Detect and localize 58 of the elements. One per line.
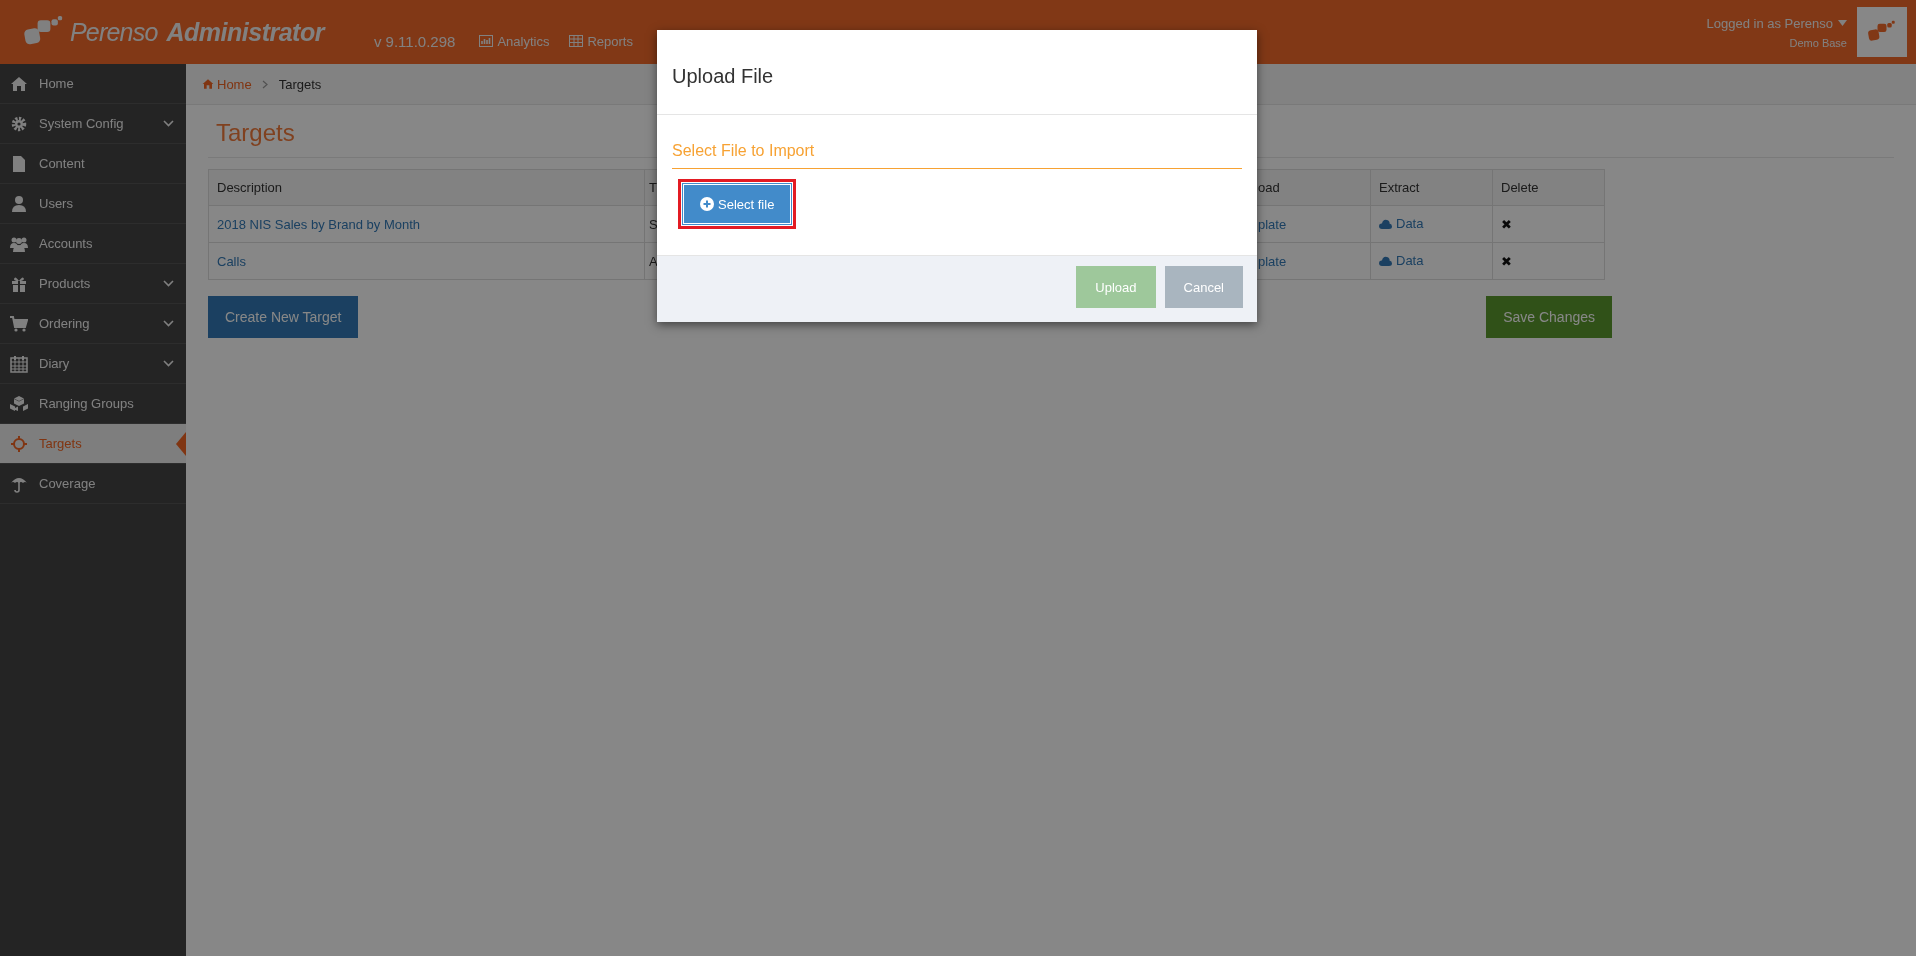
sidebar-item[interactable]: Diary <box>0 344 186 384</box>
cloud-icon <box>1379 255 1392 266</box>
cancel-button[interactable]: Cancel <box>1164 266 1243 308</box>
column-header: oad <box>1254 169 1371 206</box>
home-icon <box>202 78 214 90</box>
data-link[interactable]: Data <box>1379 253 1424 269</box>
cloud-icon <box>1379 218 1392 229</box>
column-header: Delete <box>1492 169 1605 206</box>
select-file-button[interactable]: Select file <box>683 184 792 224</box>
nav-link[interactable]: Analytics <box>479 33 550 49</box>
target-link[interactable]: Calls <box>217 253 246 269</box>
column-header: Description <box>208 169 645 206</box>
chevron-icon <box>261 79 269 89</box>
sidebar-item[interactable]: System Config <box>0 104 186 144</box>
logo-text: Perenso <box>70 17 158 47</box>
sidebar-item[interactable]: Coverage <box>0 464 186 504</box>
gift-icon <box>10 274 28 293</box>
sidebar-item[interactable]: Products <box>0 264 186 304</box>
file-icon <box>10 154 28 173</box>
user-icon <box>10 194 28 213</box>
table-cell: A <box>649 253 658 269</box>
section-label: Select File to Import <box>672 142 1242 169</box>
sidebar-item[interactable]: Targets <box>0 424 186 464</box>
sidebar-item[interactable]: Ordering <box>0 304 186 344</box>
sidebar-item[interactable]: Accounts <box>0 224 186 264</box>
version-label: v 9.11.0.298 <box>373 32 456 50</box>
nav-link[interactable]: Reports <box>569 33 633 49</box>
data-link[interactable]: Data <box>1379 216 1424 232</box>
table-icon <box>569 35 584 47</box>
breadcrumb-current: Targets <box>278 76 322 92</box>
delete-button[interactable]: ✖ <box>1501 216 1512 232</box>
user-menu[interactable]: Logged in as Perenso <box>1706 15 1833 31</box>
account-name: Demo Base <box>1789 36 1847 49</box>
logo-title: Administrator <box>166 17 324 47</box>
save-button[interactable]: Save Changes <box>1486 296 1612 338</box>
plus-circle-icon <box>700 197 714 211</box>
target-link[interactable]: 2018 NIS Sales by Brand by Month <box>217 216 421 232</box>
bar-chart-icon <box>479 35 494 47</box>
target-icon <box>10 434 28 453</box>
pointer-icon <box>176 432 186 456</box>
gear-icon <box>10 114 28 133</box>
home-icon <box>10 74 28 93</box>
caret-icon[interactable] <box>1838 20 1847 26</box>
template-link[interactable]: plate <box>1258 216 1287 232</box>
avatar[interactable] <box>1857 7 1907 57</box>
table-cell: S <box>649 216 658 232</box>
delete-button[interactable]: ✖ <box>1501 253 1512 269</box>
breadcrumb-link[interactable]: Home <box>202 76 252 92</box>
calendar-icon <box>10 354 28 373</box>
sidebar-item[interactable]: Content <box>0 144 186 184</box>
boxes-icon <box>10 394 28 413</box>
template-link[interactable]: plate <box>1258 253 1287 269</box>
create-button[interactable]: Create New Target <box>208 296 359 338</box>
modal-title: Upload File <box>672 64 774 88</box>
logo-icon <box>1867 20 1897 44</box>
cart-icon <box>10 314 28 333</box>
sidebar-item[interactable]: Users <box>0 184 186 224</box>
column-header: Extract <box>1370 169 1493 206</box>
